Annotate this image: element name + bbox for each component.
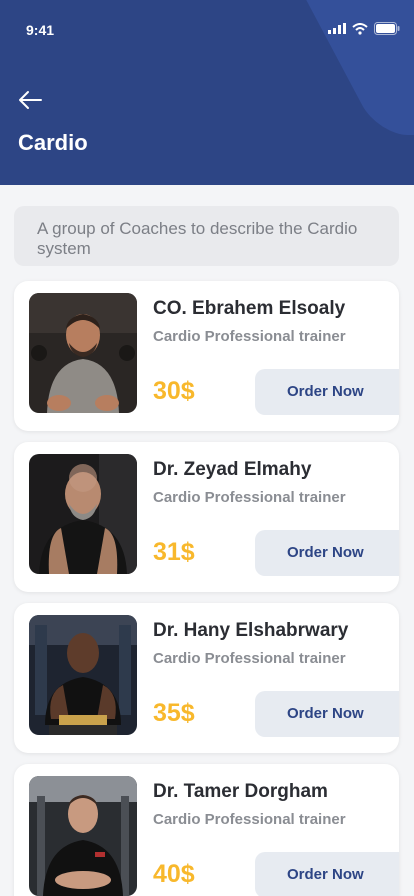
trainer-card[interactable]: Dr. Tamer Dorgham Cardio Professional tr… [14,764,399,896]
trainer-name: Dr. Hany Elshabrwary [153,620,349,641]
trainer-role: Cardio Professional trainer [153,811,346,828]
header-decoration [285,0,414,135]
trainer-name: Dr. Tamer Dorgham [153,781,328,802]
trainer-photo [29,454,137,574]
signal-icon [328,23,346,34]
trainer-photo [29,776,137,896]
status-time: 9:41 [26,22,55,38]
status-icons [328,22,400,35]
order-now-button[interactable]: Order Now [255,852,399,896]
trainer-role: Cardio Professional trainer [153,650,346,667]
trainer-card[interactable]: Dr. Zeyad Elmahy Cardio Professional tra… [14,442,399,592]
trainer-price: 35$ [153,699,195,727]
trainer-card[interactable]: Dr. Hany Elshabrwary Cardio Professional… [14,603,399,753]
trainer-role: Cardio Professional trainer [153,328,346,345]
wifi-icon [352,22,368,35]
order-now-button[interactable]: Order Now [255,530,399,576]
trainer-photo [29,293,137,413]
trainer-card[interactable]: CO. Ebrahem Elsoaly Cardio Professional … [14,281,399,431]
trainer-price: 31$ [153,538,195,566]
trainer-photo [29,615,137,735]
order-now-button[interactable]: Order Now [255,691,399,737]
trainer-price: 40$ [153,860,195,888]
trainer-name: Dr. Zeyad Elmahy [153,459,312,480]
battery-icon [374,22,400,35]
trainer-role: Cardio Professional trainer [153,489,346,506]
header: 9:41 Cardio [0,0,414,185]
back-arrow-icon[interactable] [17,88,43,112]
trainer-price: 30$ [153,377,195,405]
order-now-button[interactable]: Order Now [255,369,399,415]
intro-banner: A group of Coaches to describe the Cardi… [14,206,399,266]
trainer-name: CO. Ebrahem Elsoaly [153,298,346,319]
page-title: Cardio [18,130,88,155]
